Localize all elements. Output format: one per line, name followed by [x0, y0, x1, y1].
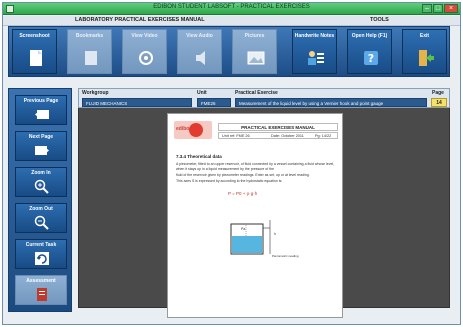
section-heading: 7.3.4 Theoretical data: [176, 154, 222, 159]
pictures-button[interactable]: Pictures: [232, 29, 277, 74]
edibon-logo: edibon: [174, 121, 212, 139]
exit-button[interactable]: Exit: [402, 29, 447, 74]
picture-icon: [247, 51, 265, 65]
svg-text:?: ?: [368, 52, 374, 65]
exercise-value: Measurement of the liquid level by using…: [235, 98, 427, 107]
unit-value: FME26: [197, 98, 231, 107]
current-task-button[interactable]: Current Task: [15, 239, 67, 269]
current-task-label: Current Task: [25, 242, 57, 248]
zoom-out-button[interactable]: Zoom Out: [15, 203, 67, 233]
zoom-out-icon: [34, 215, 49, 230]
paragraph-2: fluid of the reservoir given by piezomet…: [176, 173, 310, 177]
paragraph-3: This axes S is expressed by according to…: [176, 179, 283, 183]
title-bar[interactable]: EDIBON STUDENT LABSOFT - PRACTICAL EXERC…: [3, 3, 460, 15]
zoom-in-icon: [34, 179, 49, 194]
assessment-icon: [37, 288, 47, 301]
zoom-in-button[interactable]: Zoom In: [15, 167, 67, 197]
menu-tools[interactable]: TOOLS: [370, 17, 389, 23]
help-icon: ?: [364, 51, 378, 65]
manual-page-ref: Pg: 14/22: [315, 134, 332, 138]
logo-mark: [189, 123, 203, 137]
exit-icon: [419, 50, 434, 66]
toolbar: Screenshoot Bookmarks View Video View Au…: [8, 26, 450, 77]
manual-page: edibon PRACTICAL EXERCISES MANUAL Unit r…: [167, 113, 343, 318]
previous-page-button[interactable]: Previous Page: [15, 95, 67, 125]
video-icon: [139, 51, 153, 65]
view-video-button-label: View Video: [131, 33, 158, 39]
close-button[interactable]: ×: [444, 4, 458, 13]
next-page-button[interactable]: Next Page: [15, 131, 67, 161]
zoom-in-label: Zoom In: [31, 170, 51, 176]
previous-page-label: Previous Page: [23, 98, 59, 104]
pictures-button-label: Pictures: [244, 33, 265, 39]
notes-icon: [308, 51, 324, 65]
navigation-sidebar: Previous Page Next Page Zoom In Zoom Out…: [8, 88, 72, 312]
diagram-label-reading: Piezometric reading: [272, 254, 299, 258]
bookmark-icon: [85, 51, 97, 65]
menu-manual[interactable]: LABORATORY PRACTICAL EXERCISES MANUAL: [75, 17, 205, 23]
screenshot-button[interactable]: Screenshoot: [12, 29, 57, 74]
unit-ref: Unit ref: FME 26: [222, 134, 250, 138]
bookmarks-button[interactable]: Bookmarks: [67, 29, 112, 74]
view-video-button[interactable]: View Video: [122, 29, 167, 74]
view-audio-button-label: View Audio: [186, 33, 213, 39]
window-title: EDIBON STUDENT LABSOFT - PRACTICAL EXERC…: [153, 4, 310, 10]
exercise-info-bar: Workgroup FLUID MECHANICS Unit FME26 Pra…: [78, 88, 450, 108]
manual-title: PRACTICAL EXERCISES MANUAL: [218, 123, 338, 131]
handwrite-notes-button-label: Handwrite Notes: [294, 33, 335, 39]
paragraph-1: A piezometer, fitted to an upper reservo…: [176, 162, 335, 171]
assessment-label: Assessment: [26, 278, 56, 284]
menu-bar: LABORATORY PRACTICAL EXERCISES MANUAL TO…: [3, 16, 460, 26]
current-task-icon: [35, 252, 49, 265]
screenshot-button-label: Screenshoot: [19, 33, 50, 39]
open-help-button-label: Open Help (F1): [351, 33, 388, 39]
manual-date: Date: October 2011: [271, 134, 304, 138]
audio-icon: [196, 51, 205, 65]
formula: P = P0 + ρ·g·h: [228, 191, 258, 196]
handwrite-notes-button[interactable]: Handwrite Notes: [292, 29, 337, 74]
zoom-out-label: Zoom Out: [29, 206, 53, 212]
assessment-button[interactable]: Assessment: [15, 275, 67, 305]
minimize-button[interactable]: –: [422, 4, 432, 13]
workgroup-header: Workgroup: [82, 90, 109, 96]
maximize-button[interactable]: □: [433, 4, 443, 13]
exercise-header: Practical Exercise: [235, 90, 278, 96]
workgroup-value: FLUID MECHANICS: [82, 98, 192, 107]
diagram-label-pa: Pa: [241, 227, 246, 231]
bookmarks-button-label: Bookmarks: [75, 33, 104, 39]
open-help-button[interactable]: Open Help (F1) ?: [347, 29, 392, 74]
manual-meta-row: Unit ref: FME 26 Date: October 2011 Pg: …: [218, 132, 338, 139]
view-audio-button[interactable]: View Audio: [177, 29, 222, 74]
screenshot-icon: [30, 50, 42, 66]
previous-page-icon: [35, 110, 49, 119]
unit-header: Unit: [197, 90, 207, 96]
diagram-label-h: h: [274, 232, 276, 236]
next-page-label: Next Page: [28, 134, 54, 140]
next-page-icon: [35, 146, 49, 155]
page-number-badge: 14: [431, 98, 447, 107]
exit-button-label: Exit: [419, 33, 430, 39]
page-header: Page: [432, 90, 444, 96]
